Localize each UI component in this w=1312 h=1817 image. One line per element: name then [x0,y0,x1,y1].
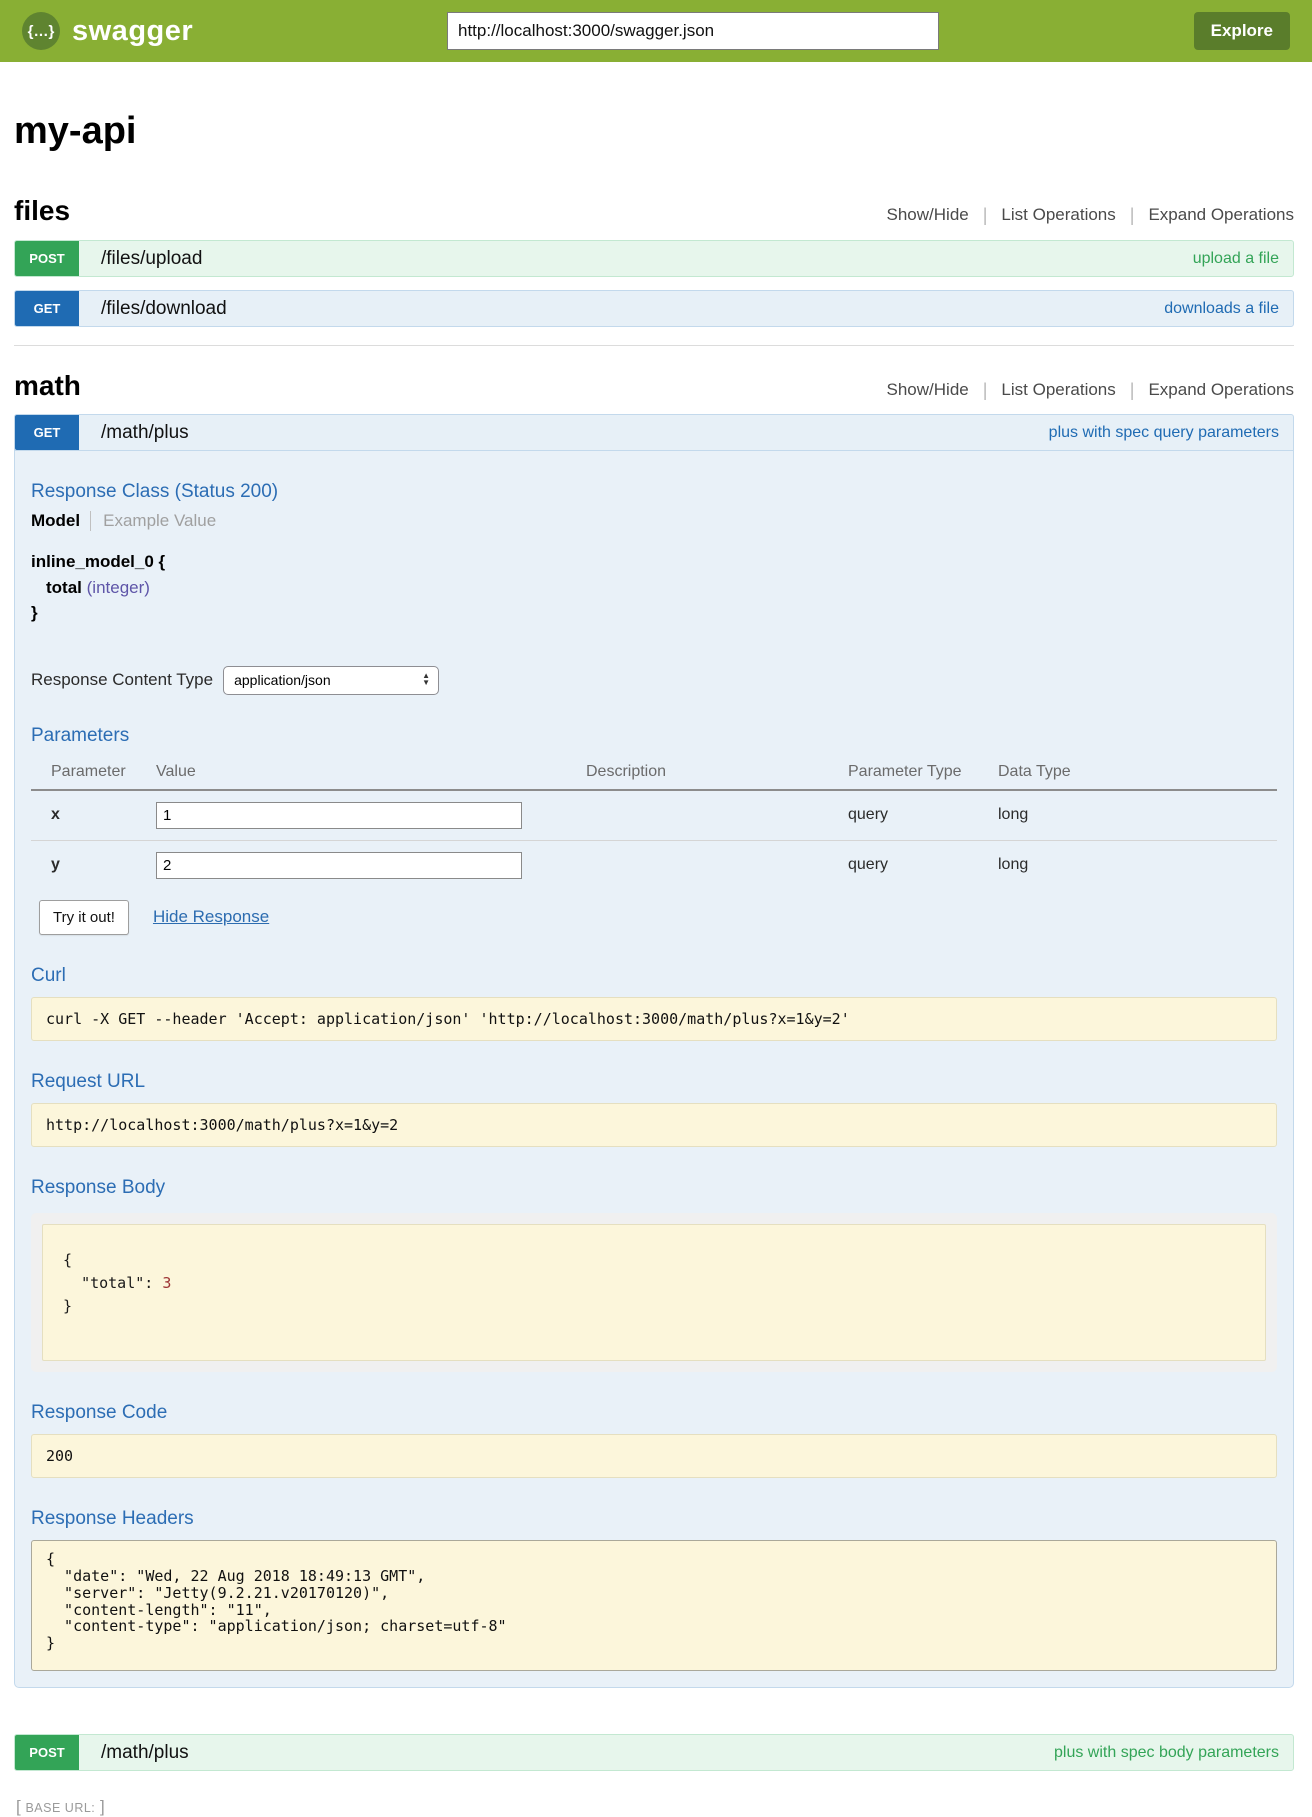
table-row-param-y: y query long [31,840,1277,890]
try-it-out-button[interactable]: Try it out! [39,900,129,935]
response-body-json: { "total": 3 } [42,1224,1266,1362]
param-description [586,840,848,890]
swagger-logo[interactable]: {…} swagger [22,12,193,50]
endpoint-summary-link[interactable]: plus with spec body parameters [1054,1744,1279,1762]
method-badge-get: GET [15,291,79,326]
controls-separator: | [983,205,988,226]
model-property-name: total [46,578,82,597]
section-controls-files: Show/Hide | List Operations | Expand Ope… [887,205,1294,226]
show-hide-link[interactable]: Show/Hide [887,380,969,400]
bracket-open: [ [16,1797,21,1816]
endpoint-path-link[interactable]: /files/upload [101,248,202,270]
hide-response-link[interactable]: Hide Response [153,907,269,927]
section-header-files: files Show/Hide | List Operations | Expa… [14,195,1294,227]
response-class-heading: Response Class (Status 200) [31,481,1277,503]
response-content-type-select[interactable]: application/json ▲▼ [223,666,439,695]
endpoint-path-link[interactable]: /math/plus [101,422,189,444]
spec-url-input[interactable] [447,12,939,50]
endpoint-row-get-math-plus[interactable]: GET /math/plus plus with spec query para… [14,414,1294,451]
show-hide-link[interactable]: Show/Hide [887,205,969,225]
base-url-footer: [ BASE URL: ] [16,1797,1294,1817]
request-url-value: http://localhost:3000/math/plus?x=1&y=2 [31,1103,1277,1147]
section-title-files: files [14,195,70,227]
response-headers-json: { "date": "Wed, 22 Aug 2018 18:49:13 GMT… [31,1540,1277,1671]
parameters-heading: Parameters [31,725,1277,747]
tab-model[interactable]: Model [31,511,80,531]
endpoint-row-post-files-upload[interactable]: POST /files/upload upload a file [14,240,1294,277]
select-value: application/json [234,672,331,688]
col-parameter-type: Parameter Type [848,757,998,790]
explore-button[interactable]: Explore [1194,12,1290,50]
model-signature: inline_model_0 { total (integer) } [31,549,1277,626]
param-type: query [848,790,998,841]
endpoint-path-link[interactable]: /files/download [101,298,227,320]
brand-title: swagger [72,15,193,48]
json-number-value: 3 [162,1274,171,1292]
param-name: x [31,790,156,841]
response-content-type-label: Response Content Type [31,670,213,690]
param-data-type: long [998,790,1277,841]
endpoint-row-get-files-download[interactable]: GET /files/download downloads a file [14,290,1294,327]
base-url-label: BASE URL: [25,1801,95,1815]
select-arrows-icon: ▲▼ [422,673,430,687]
col-parameter: Parameter [31,757,156,790]
response-headers-heading: Response Headers [31,1508,1277,1530]
model-open: inline_model_0 { [31,549,1277,575]
section-controls-math: Show/Hide | List Operations | Expand Ope… [887,380,1294,401]
model-property: total (integer) [31,575,1277,601]
param-x-input[interactable] [156,802,522,829]
endpoint-summary-link[interactable]: plus with spec query parameters [1049,424,1279,442]
curl-heading: Curl [31,965,1277,987]
operation-detail-panel: Response Class (Status 200) Model Exampl… [14,451,1294,1688]
param-y-input[interactable] [156,852,522,879]
controls-separator: | [1130,205,1135,226]
page-title: my-api [14,110,1294,153]
col-data-type: Data Type [998,757,1277,790]
controls-separator: | [1130,380,1135,401]
response-body-container: { "total": 3 } [31,1213,1277,1373]
model-close: } [31,600,1277,626]
section-header-math: math Show/Hide | List Operations | Expan… [14,370,1294,402]
model-property-type: (integer) [87,578,150,597]
tab-example-value[interactable]: Example Value [90,511,216,531]
model-tabs: Model Example Value [31,511,1277,531]
header-bar: {…} swagger Explore [0,0,1312,62]
col-description: Description [586,757,848,790]
list-operations-link[interactable]: List Operations [1001,205,1115,225]
expand-operations-link[interactable]: Expand Operations [1148,380,1294,400]
param-data-type: long [998,840,1277,890]
method-badge-post: POST [15,1735,79,1770]
param-description [586,790,848,841]
swagger-logo-icon: {…} [22,12,60,50]
method-badge-get: GET [15,415,79,450]
response-code-heading: Response Code [31,1402,1277,1424]
response-code-value: 200 [31,1434,1277,1478]
bracket-close: ] [100,1797,105,1816]
parameters-table: Parameter Value Description Parameter Ty… [31,757,1277,890]
method-badge-post: POST [15,241,79,276]
section-divider [14,345,1294,346]
response-body-heading: Response Body [31,1177,1277,1199]
controls-separator: | [983,380,988,401]
response-content-type-row: Response Content Type application/json ▲… [31,666,1277,695]
endpoint-summary-link[interactable]: upload a file [1193,250,1279,268]
endpoint-path-link[interactable]: /math/plus [101,1742,189,1764]
curl-command: curl -X GET --header 'Accept: applicatio… [31,997,1277,1041]
table-row-param-x: x query long [31,790,1277,841]
param-name: y [31,840,156,890]
expand-operations-link[interactable]: Expand Operations [1148,205,1294,225]
col-value: Value [156,757,586,790]
endpoint-summary-link[interactable]: downloads a file [1164,300,1279,318]
endpoint-row-post-math-plus[interactable]: POST /math/plus plus with spec body para… [14,1734,1294,1771]
parameters-header-row: Parameter Value Description Parameter Ty… [31,757,1277,790]
request-url-heading: Request URL [31,1071,1277,1093]
list-operations-link[interactable]: List Operations [1001,380,1115,400]
actions-row: Try it out! Hide Response [31,900,1277,935]
section-title-math: math [14,370,81,402]
param-type: query [848,840,998,890]
